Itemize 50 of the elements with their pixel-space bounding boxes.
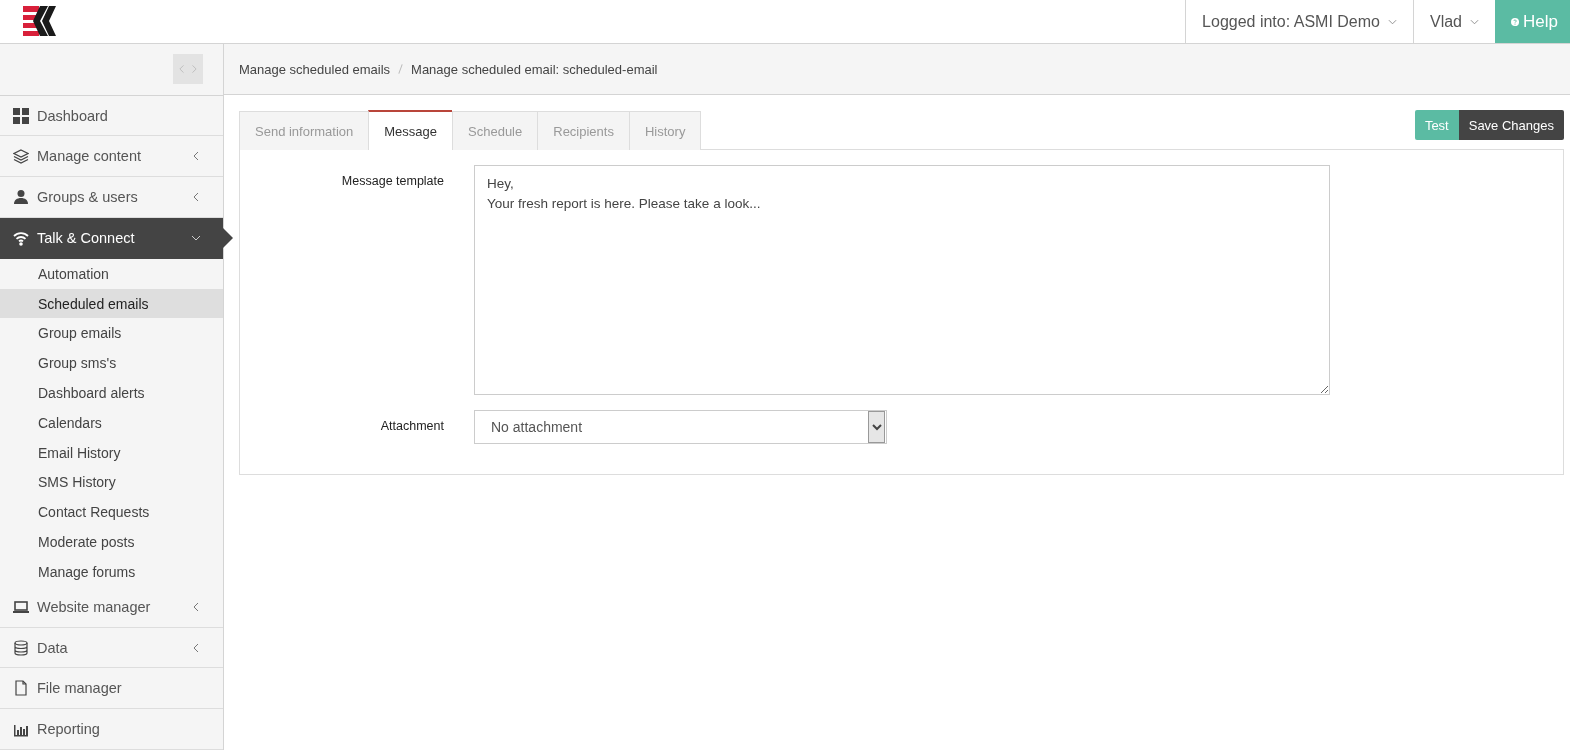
sidebar-item[interactable]: Website manager bbox=[0, 586, 223, 628]
submenu-item[interactable]: Group sms's bbox=[0, 348, 223, 379]
tab[interactable]: Message bbox=[368, 110, 453, 150]
active-pointer-icon bbox=[223, 228, 233, 248]
submenu-item[interactable]: SMS History bbox=[0, 467, 223, 498]
logo-icon[interactable] bbox=[23, 6, 57, 36]
layers-icon bbox=[13, 148, 29, 165]
submenu-item[interactable]: Moderate posts bbox=[0, 527, 223, 558]
sidebar-item[interactable]: Data bbox=[0, 627, 223, 669]
message-template-field[interactable]: Hey, Your fresh report is here. Please take a look... bbox=[474, 165, 1330, 395]
submenu-item[interactable]: Group emails bbox=[0, 318, 223, 349]
field-label: Message template bbox=[340, 173, 444, 188]
wifi-icon bbox=[13, 229, 29, 246]
attachment-select[interactable]: No attachment bbox=[474, 410, 887, 444]
sidebar-label: Data bbox=[37, 639, 69, 656]
chevron-left-icon bbox=[191, 642, 201, 653]
field-label: Attachment bbox=[379, 418, 444, 433]
submenu-item[interactable]: Calendars bbox=[0, 407, 223, 438]
submenu-item[interactable]: Email History bbox=[0, 437, 223, 468]
sidebar-label: Reporting bbox=[37, 721, 101, 738]
chevrons-icon bbox=[179, 63, 197, 76]
chevron-left-icon bbox=[191, 192, 201, 203]
breadcrumb-item[interactable]: Manage scheduled emails bbox=[239, 61, 391, 77]
grid-icon bbox=[13, 107, 29, 124]
submenu-item[interactable]: Contact Requests bbox=[0, 497, 223, 528]
chevron-left-icon bbox=[191, 151, 201, 162]
sidebar-label: Talk & Connect bbox=[37, 229, 136, 246]
sidebar-label: Website manager bbox=[37, 598, 152, 615]
sidebar-item[interactable]: Manage content bbox=[0, 136, 223, 178]
save-changes-button[interactable]: Save Changes bbox=[1458, 110, 1564, 140]
sidebar-label: Dashboard bbox=[37, 107, 109, 124]
sidebar-label: File manager bbox=[37, 680, 123, 697]
chevron-down-icon bbox=[1470, 18, 1479, 25]
submenu-item[interactable]: Automation bbox=[0, 258, 223, 289]
file-icon bbox=[13, 680, 29, 697]
chevron-left-icon bbox=[191, 601, 201, 612]
sidebar-item[interactable]: Dashboard bbox=[0, 95, 223, 137]
sidebar-item[interactable]: Reporting bbox=[0, 709, 223, 750]
sidebar-toggle[interactable] bbox=[173, 54, 203, 85]
breadcrumb-item: Manage scheduled email: scheduled-email bbox=[411, 61, 658, 77]
laptop-icon bbox=[13, 598, 29, 615]
sidebar-label: Manage content bbox=[37, 148, 142, 165]
chevron-down-icon bbox=[1387, 18, 1397, 25]
sidebar-item[interactable]: File manager bbox=[0, 668, 223, 710]
submenu-item[interactable]: Scheduled emails bbox=[0, 288, 223, 319]
person-icon bbox=[13, 189, 29, 206]
sidebar-label: Groups & users bbox=[37, 189, 139, 206]
submenu-item[interactable]: Dashboard alerts bbox=[0, 378, 223, 408]
database-icon bbox=[13, 639, 29, 656]
submenu-item[interactable]: Manage forums bbox=[0, 557, 223, 587]
